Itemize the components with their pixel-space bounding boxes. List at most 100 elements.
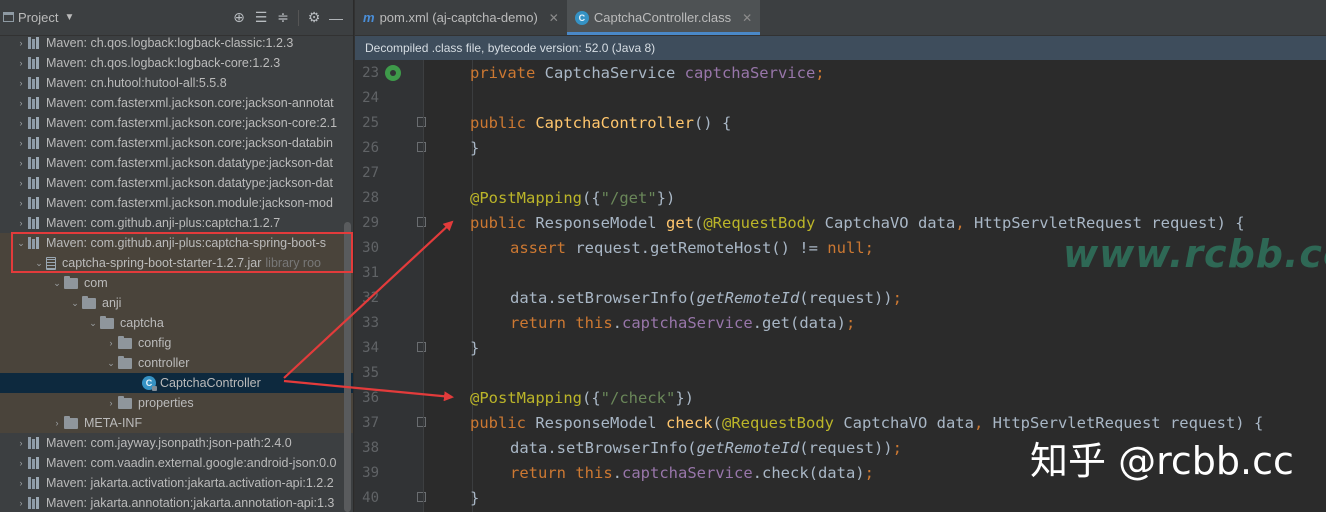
tree-item-library-expanded[interactable]: ⌄ Maven: com.github.anji-plus:captcha-spr…	[0, 233, 353, 253]
library-icon	[28, 77, 42, 89]
tree-item-label: CaptchaController	[160, 376, 261, 390]
tree-item-package[interactable]: ⌄ captcha	[0, 313, 353, 333]
tree-item-label: Maven: com.fasterxml.jackson.datatype:ja…	[46, 176, 333, 190]
code-line-34: }	[470, 339, 480, 357]
fold-marker-icon[interactable]	[417, 342, 426, 352]
tree-item-library[interactable]: › Maven: cn.hutool:hutool-all:5.5.8	[0, 73, 353, 93]
chevron-right-icon[interactable]: ›	[104, 338, 118, 348]
line-number: 29	[362, 215, 379, 231]
chevron-right-icon[interactable]: ›	[14, 98, 28, 108]
tree-item-jar[interactable]: ⌄ captcha-spring-boot-starter-1.2.7.jar li…	[0, 253, 353, 273]
tree-item-label: anji	[102, 296, 122, 310]
library-icon	[28, 157, 42, 169]
tree-item-library[interactable]: › Maven: com.fasterxml.jackson.module:jac…	[0, 193, 353, 213]
code-line-28: @PostMapping({"/get"})	[470, 189, 676, 207]
project-scrollbar[interactable]	[344, 222, 351, 512]
tree-item-label: Maven: com.github.anji-plus:captcha:1.2.…	[46, 216, 281, 230]
chevron-down-icon: ▼	[64, 12, 75, 23]
tree-item-library[interactable]: › Maven: ch.qos.logback:logback-core:1.2.…	[0, 53, 353, 73]
line-number: 34	[362, 340, 379, 356]
chevron-right-icon[interactable]: ›	[14, 498, 28, 508]
expand-all-icon[interactable]: ☰	[250, 7, 272, 29]
tree-item-package[interactable]: ⌄ anji	[0, 293, 353, 313]
tree-item-library[interactable]: › Maven: ch.qos.logback:logback-classic:1…	[0, 33, 353, 53]
fold-marker-icon[interactable]	[417, 492, 426, 502]
line-number: 28	[362, 190, 379, 206]
tab-label: pom.xml (aj-captcha-demo)	[379, 10, 538, 25]
chevron-right-icon[interactable]: ›	[14, 198, 28, 208]
line-number: 40	[362, 490, 379, 506]
chevron-down-icon[interactable]: ⌄	[14, 238, 28, 249]
tree-item-library[interactable]: › Maven: com.fasterxml.jackson.datatype:j…	[0, 173, 353, 193]
project-tool-window: Project ▼ ⊕ ☰ ≑ ⚙ — › Maven: ch.qos.logba…	[0, 0, 353, 512]
tree-item-library[interactable]: › Maven: com.fasterxml.jackson.datatype:j…	[0, 153, 353, 173]
fold-marker-icon[interactable]	[417, 217, 426, 227]
spring-bean-gutter-icon[interactable]	[385, 65, 401, 81]
tree-item-package[interactable]: ⌄ com	[0, 273, 353, 293]
tab-pom-xml[interactable]: m pom.xml (aj-captcha-demo) ✕	[355, 0, 567, 35]
tree-item-label: captcha-spring-boot-starter-1.2.7.jar	[62, 256, 262, 270]
chevron-right-icon[interactable]: ›	[14, 178, 28, 188]
tree-item-library[interactable]: › Maven: com.vaadin.external.google:andro…	[0, 453, 353, 473]
tree-item-folder[interactable]: › META-INF	[0, 413, 353, 433]
code-line-25: public CaptchaController() {	[470, 114, 732, 132]
chevron-right-icon[interactable]: ›	[104, 398, 118, 408]
chevron-right-icon[interactable]: ›	[14, 458, 28, 468]
collapse-all-icon[interactable]: ≑	[272, 7, 294, 29]
locate-target-icon[interactable]: ⊕	[228, 7, 250, 29]
library-icon	[28, 477, 42, 489]
zhihu-watermark: 知乎 @rcbb.cc	[1030, 439, 1294, 483]
tree-item-library[interactable]: › Maven: com.github.anji-plus:captcha:1.2…	[0, 213, 353, 233]
chevron-down-icon[interactable]: ⌄	[86, 318, 100, 329]
tree-item-library[interactable]: › Maven: com.jayway.jsonpath:json-path:2.…	[0, 433, 353, 453]
chevron-down-icon[interactable]: ⌄	[104, 358, 118, 369]
hide-icon[interactable]: —	[325, 7, 347, 29]
chevron-right-icon[interactable]: ›	[50, 418, 64, 428]
tree-item-label: properties	[138, 396, 194, 410]
chevron-right-icon[interactable]: ›	[14, 478, 28, 488]
chevron-right-icon[interactable]: ›	[14, 158, 28, 168]
tree-item-library[interactable]: › Maven: jakarta.activation:jakarta.activ…	[0, 473, 353, 493]
line-number: 30	[362, 240, 379, 256]
tree-item-class-selected[interactable]: C CaptchaController	[0, 373, 353, 393]
project-tree: › Maven: ch.qos.logback:logback-classic:1…	[0, 33, 353, 512]
line-number: 24	[362, 90, 379, 106]
tree-item-package[interactable]: › config	[0, 333, 353, 353]
tree-item-library[interactable]: › Maven: com.fasterxml.jackson.core:jacks…	[0, 133, 353, 153]
tree-item-label: Maven: com.github.anji-plus:captcha-spri…	[46, 236, 326, 250]
tree-item-package[interactable]: › properties	[0, 393, 353, 413]
tree-item-label: Maven: com.fasterxml.jackson.core:jackso…	[46, 96, 334, 110]
chevron-right-icon[interactable]: ›	[14, 58, 28, 68]
chevron-right-icon[interactable]: ›	[14, 78, 28, 88]
chevron-down-icon[interactable]: ⌄	[50, 278, 64, 289]
package-folder-icon	[118, 355, 132, 369]
line-number: 37	[362, 415, 379, 431]
code-line-26: }	[470, 139, 480, 157]
chevron-right-icon[interactable]: ›	[14, 138, 28, 148]
close-icon[interactable]: ✕	[549, 11, 559, 25]
chevron-right-icon[interactable]: ›	[14, 38, 28, 48]
tree-item-package[interactable]: ⌄ controller	[0, 353, 353, 373]
project-toolbar: ⊕ ☰ ≑ ⚙ —	[228, 7, 347, 29]
library-icon	[28, 37, 42, 49]
project-view-selector[interactable]: Project ▼	[0, 10, 74, 25]
gear-icon[interactable]: ⚙	[303, 7, 325, 29]
fold-marker-icon[interactable]	[417, 417, 426, 427]
library-root-hint: library roo	[265, 256, 321, 270]
tree-item-library[interactable]: › Maven: com.fasterxml.jackson.core:jacks…	[0, 93, 353, 113]
chevron-right-icon[interactable]: ›	[14, 438, 28, 448]
chevron-down-icon[interactable]: ⌄	[68, 298, 82, 309]
library-icon	[28, 457, 42, 469]
tree-item-library[interactable]: › Maven: jakarta.annotation:jakarta.annot…	[0, 493, 353, 512]
code-line-36: @PostMapping({"/check"})	[470, 389, 694, 407]
tree-item-label: com	[84, 276, 108, 290]
chevron-right-icon[interactable]: ›	[14, 118, 28, 128]
chevron-right-icon[interactable]: ›	[14, 218, 28, 228]
close-icon[interactable]: ✕	[742, 11, 752, 25]
tab-captcha-controller[interactable]: C CaptchaController.class ✕	[566, 0, 761, 35]
fold-marker-icon[interactable]	[417, 142, 426, 152]
chevron-down-icon[interactable]: ⌄	[32, 258, 46, 269]
tree-item-library[interactable]: › Maven: com.fasterxml.jackson.core:jacks…	[0, 113, 353, 133]
fold-marker-icon[interactable]	[417, 117, 426, 127]
project-title-label: Project	[18, 10, 59, 25]
